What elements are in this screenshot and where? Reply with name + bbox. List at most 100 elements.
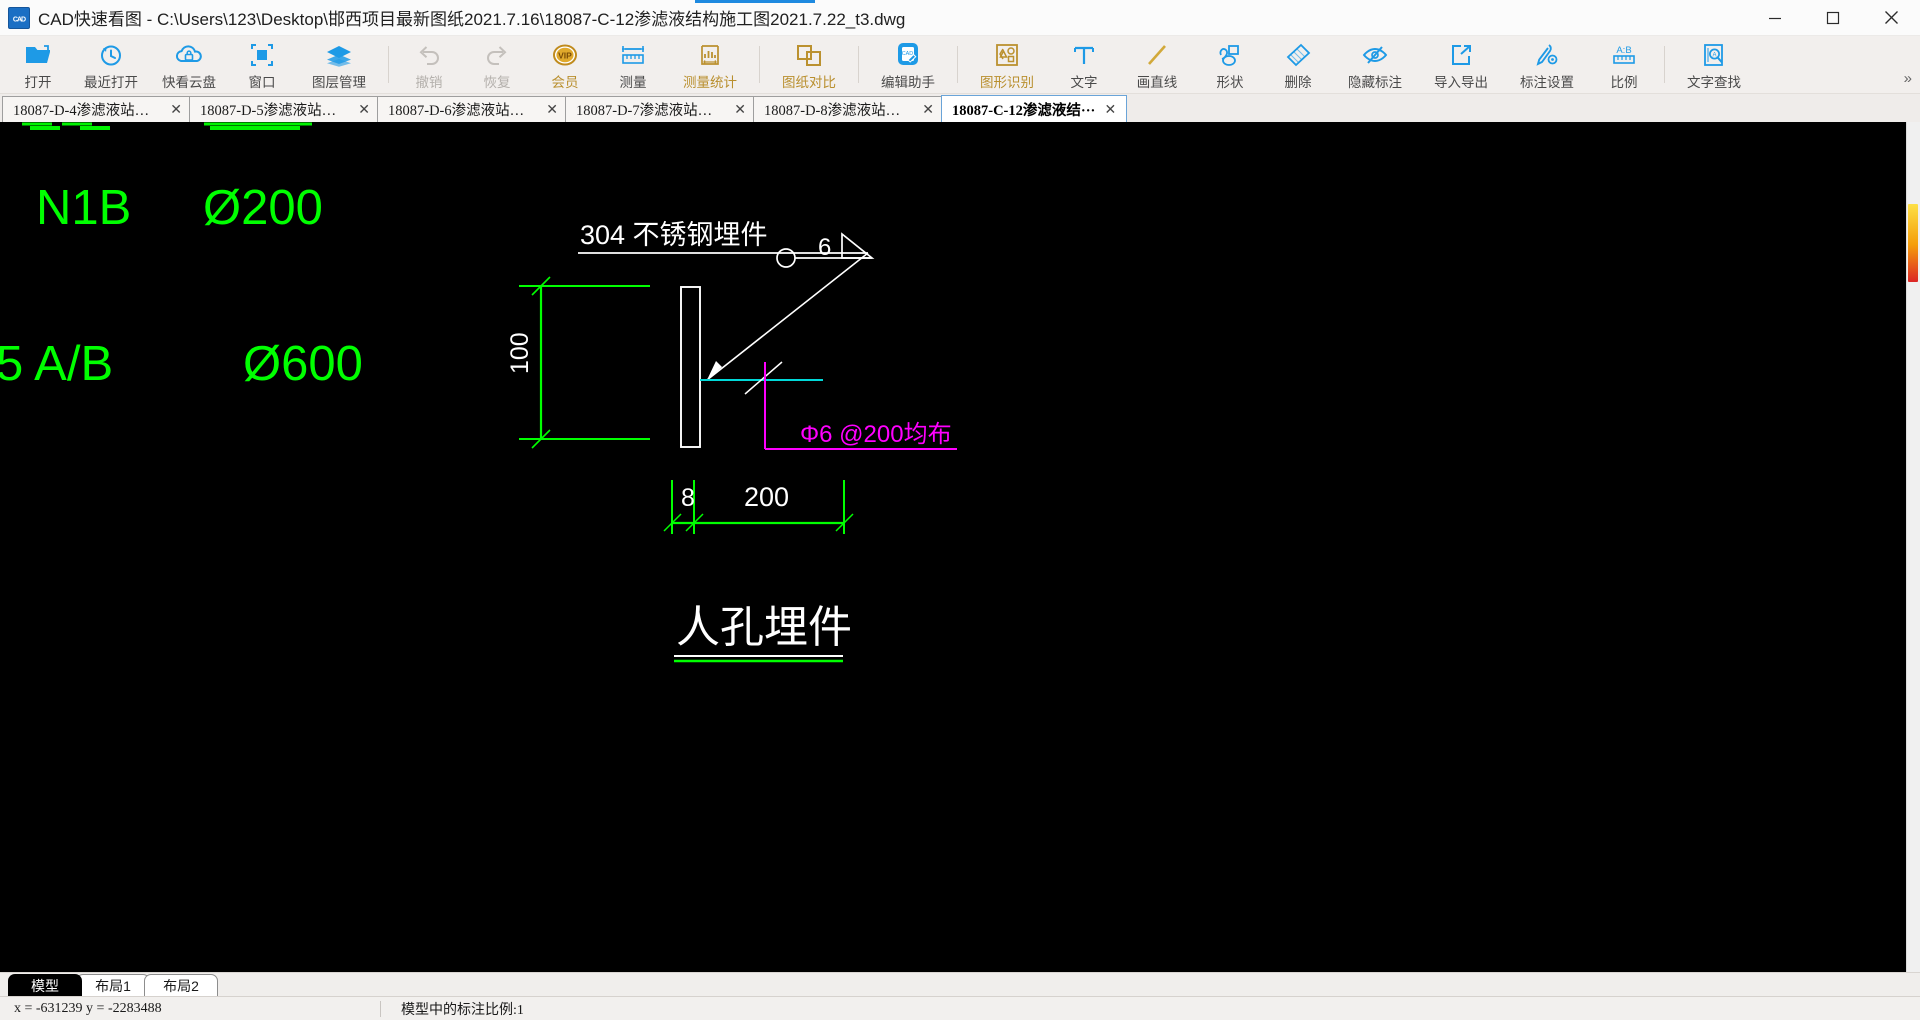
- minimize-button[interactable]: [1746, 0, 1804, 36]
- toolbar-button-recent-open[interactable]: 最近打开: [72, 36, 150, 93]
- text-search-icon: A: [1697, 40, 1731, 70]
- close-icon[interactable]: ✕: [921, 101, 935, 118]
- shapes-icon: [1213, 40, 1247, 70]
- toolbar-button-compare-sheets[interactable]: 图纸对比: [766, 36, 852, 93]
- toolbar-button-shape-recognize[interactable]: 图形识别: [964, 36, 1050, 93]
- layout-tab-model[interactable]: 模型: [8, 974, 82, 996]
- toolbar-button-scale[interactable]: A:B 比例: [1590, 36, 1658, 93]
- toolbar-button-vip[interactable]: VIP 会员: [531, 36, 599, 93]
- toolbar-button-redo[interactable]: 恢复: [463, 36, 531, 93]
- window-title: CAD快速看图 - C:\Users\123\Desktop\邯西项目最新图纸2…: [38, 10, 906, 29]
- weld-size-label: 6: [818, 234, 831, 261]
- toolbar-overflow-chevron-icon[interactable]: »: [1904, 70, 1912, 87]
- file-tab-label: 18087-D-6渗滤液站泵···: [388, 103, 538, 119]
- layers-icon: [322, 40, 356, 70]
- scrollbar-thumb[interactable]: [1908, 204, 1918, 282]
- text-tool-icon: [1067, 40, 1101, 70]
- toolbar-button-edit-assistant[interactable]: CAD 编辑助手: [865, 36, 951, 93]
- cad-edit-assistant-icon: CAD: [891, 40, 925, 70]
- drawing-label-ab: 5 A/B: [0, 337, 113, 391]
- toolbar-divider: [858, 46, 859, 83]
- toolbar-button-window[interactable]: 窗口: [228, 36, 296, 93]
- measure-ruler-icon: [616, 40, 650, 70]
- toolbar-divider: [1664, 46, 1665, 83]
- canvas-vertical-scrollbar[interactable]: [1906, 122, 1920, 972]
- close-icon[interactable]: ✕: [733, 101, 747, 118]
- file-tab-label: 18087-D-5渗滤液站除···: [200, 103, 350, 119]
- toolbar-button-layer-manager[interactable]: 图层管理: [296, 36, 382, 93]
- toolbar-label: 删除: [1284, 75, 1312, 90]
- toolbar-label: 会员: [551, 75, 579, 90]
- application-window: CAD CAD快速看图 - C:\Users\123\Desktop\邯西项目最…: [0, 0, 1920, 1020]
- file-tab-label: 18087-D-4渗滤液站综···: [13, 103, 162, 119]
- toolbar-label: 形状: [1216, 75, 1244, 90]
- toolbar-divider: [957, 46, 958, 83]
- toolbar-button-delete[interactable]: 删除: [1264, 36, 1332, 93]
- toolbar-button-import-export[interactable]: 导入导出: [1418, 36, 1504, 93]
- toolbar-label: 编辑助手: [881, 75, 935, 90]
- toolbar-divider: [388, 46, 389, 83]
- toolbar-label: 标注设置: [1520, 75, 1574, 90]
- layout-tab-1[interactable]: 布局1: [76, 974, 150, 996]
- cad-drawing-canvas[interactable]: N1B Ø200 N1B Ø200 5 A/B Ø600 304 不锈钢埋件 6: [0, 122, 1920, 972]
- toolbar-button-cloud-disk[interactable]: 快看云盘: [150, 36, 228, 93]
- toolbar-button-measure-stats[interactable]: 测量统计: [667, 36, 753, 93]
- toolbar-button-text-search[interactable]: A 文字查找: [1671, 36, 1757, 93]
- undo-arrow-icon: [412, 40, 446, 70]
- import-export-icon: [1444, 40, 1478, 70]
- toolbar-button-hide-annotation[interactable]: 隐藏标注: [1332, 36, 1418, 93]
- toolbar-button-open[interactable]: 打开: [4, 36, 72, 93]
- close-button[interactable]: [1862, 0, 1920, 36]
- file-tab[interactable]: 18087-D-6渗滤液站泵··· ✕: [377, 96, 566, 122]
- annotation-scale-text: 模型中的标注比例:1: [401, 1002, 524, 1018]
- main-toolbar: 打开 最近打开 快看云盘 窗口 图层管理 撤销 恢复 VIP 会员 测量 测量统…: [0, 36, 1920, 94]
- file-tab[interactable]: 18087-D-5渗滤液站除··· ✕: [189, 96, 378, 122]
- layout-tab-bar: 模型 布局1 布局2: [0, 972, 1920, 996]
- toolbar-button-undo[interactable]: 撤销: [395, 36, 463, 93]
- dim-text-8: 8: [681, 484, 695, 512]
- toolbar-label: 窗口: [248, 75, 276, 90]
- toolbar-button-draw-line[interactable]: 画直线: [1118, 36, 1196, 93]
- close-icon[interactable]: ✕: [357, 101, 371, 118]
- toolbar-button-annotation-settings[interactable]: 标注设置: [1504, 36, 1590, 93]
- cloud-lock-icon: [172, 40, 206, 70]
- shape-recognize-icon: [990, 40, 1024, 70]
- dim-text-200: 200: [744, 482, 789, 512]
- close-icon[interactable]: ✕: [169, 101, 183, 118]
- toolbar-button-measure[interactable]: 测量: [599, 36, 667, 93]
- toolbar-label: 撤销: [415, 75, 443, 90]
- layout-tab-2[interactable]: 布局2: [144, 974, 218, 996]
- drawing-label-dia600: Ø600: [243, 337, 363, 391]
- cursor-coordinates: x = -631239 y = -2283488: [14, 1000, 162, 1016]
- toolbar-label: 恢复: [483, 75, 511, 90]
- drawing-label-dia200: Ø200: [203, 181, 323, 235]
- file-tab-active[interactable]: 18087-C-12渗滤液结··· ✕: [941, 95, 1127, 122]
- close-icon[interactable]: ✕: [545, 101, 559, 118]
- drawing-label-n1b: N1B: [36, 181, 131, 235]
- file-tab-label: 18087-D-7渗滤液站综···: [576, 103, 726, 119]
- toolbar-button-text[interactable]: 文字: [1050, 36, 1118, 93]
- compare-sheets-icon: [792, 40, 826, 70]
- toolbar-label: 图纸对比: [782, 75, 836, 90]
- toolbar-button-shapes[interactable]: 形状: [1196, 36, 1264, 93]
- toolbar-label: 最近打开: [84, 75, 138, 90]
- toolbar-divider: [759, 46, 760, 83]
- toolbar-label: 测量: [619, 75, 647, 90]
- close-icon[interactable]: ✕: [1103, 101, 1117, 118]
- toolbar-label: 图层管理: [312, 75, 366, 90]
- layout-tab-label: 模型: [31, 977, 59, 994]
- toolbar-label: 比例: [1610, 75, 1638, 90]
- status-bar: x = -631239 y = -2283488 模型中的标注比例:1: [0, 996, 1920, 1020]
- file-tab[interactable]: 18087-D-7渗滤液站综··· ✕: [565, 96, 754, 122]
- maximize-button[interactable]: [1804, 0, 1862, 36]
- draw-line-icon: [1140, 40, 1174, 70]
- dim-text-100: 100: [506, 332, 534, 374]
- hide-annotation-icon: [1358, 40, 1392, 70]
- toolbar-label: 测量统计: [683, 75, 737, 90]
- eraser-icon: [1281, 40, 1315, 70]
- file-tab[interactable]: 18087-D-8渗滤液站调··· ✕: [753, 96, 942, 122]
- toolbar-label: 图形识别: [980, 75, 1034, 90]
- toolbar-label: 打开: [24, 75, 52, 90]
- file-tab[interactable]: 18087-D-4渗滤液站综··· ✕: [2, 96, 190, 122]
- drawing-label-phi6: Φ6 @200均布: [800, 421, 952, 448]
